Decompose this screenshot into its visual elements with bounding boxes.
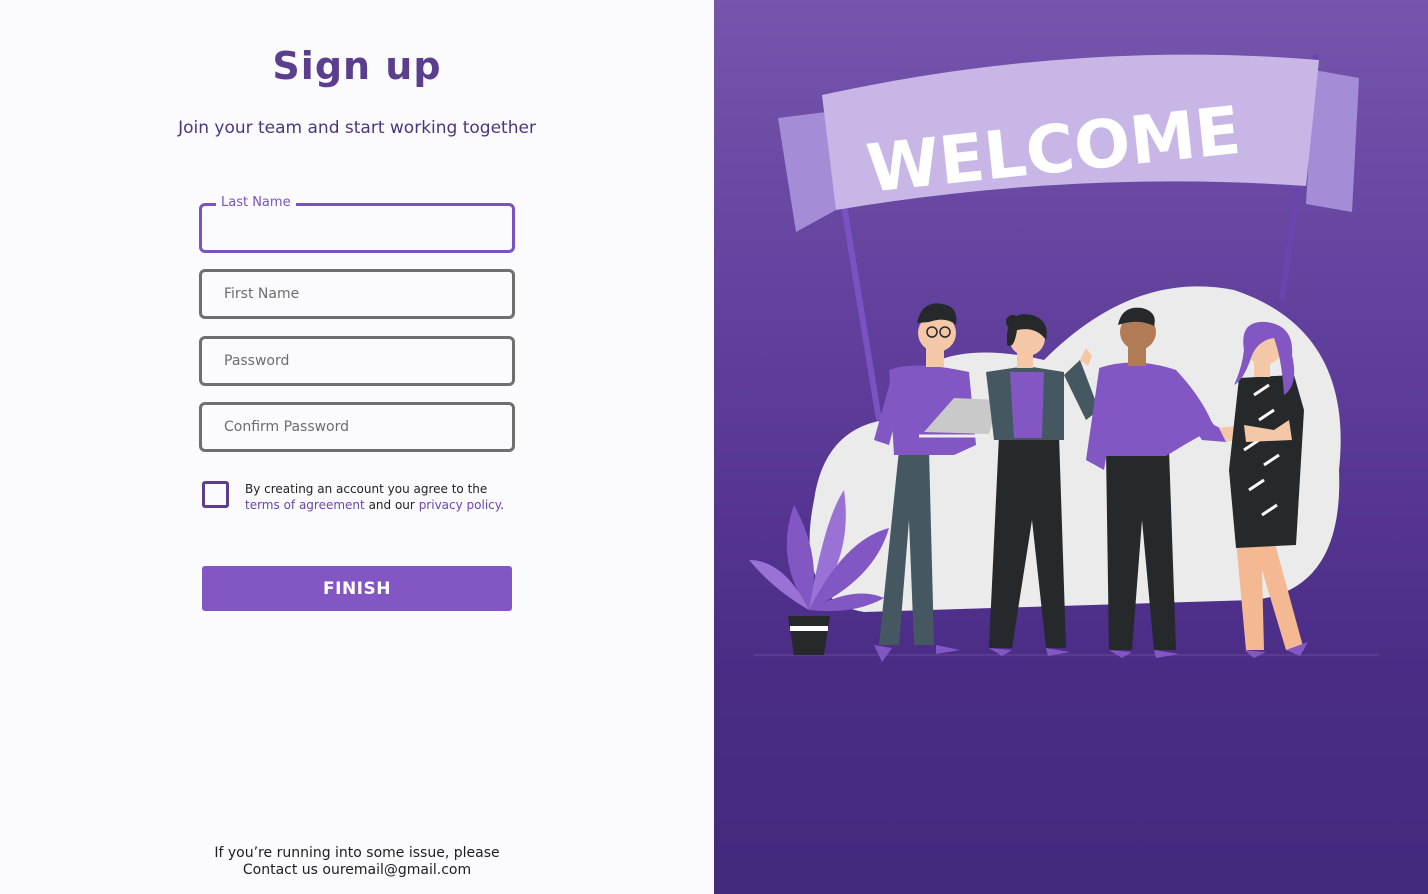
- confirm-password-field[interactable]: [199, 402, 515, 452]
- signup-panel: Sign up Join your team and start working…: [0, 0, 714, 894]
- welcome-team-illustration: WELCOME: [749, 54, 1379, 662]
- password-input[interactable]: [202, 339, 512, 383]
- agree-checkbox[interactable]: [202, 481, 229, 508]
- terms-link[interactable]: terms of agreement: [245, 498, 365, 512]
- help-text: If you’re running into some issue, pleas…: [0, 845, 714, 879]
- agreement-suffix: .: [500, 498, 504, 512]
- password-field[interactable]: [199, 336, 515, 386]
- first-name-input[interactable]: [202, 272, 512, 316]
- agreement-prefix: By creating an account you agree to the: [245, 482, 488, 496]
- confirm-password-input[interactable]: [202, 405, 512, 449]
- first-name-field[interactable]: [199, 269, 515, 319]
- finish-button[interactable]: FINISH: [202, 566, 512, 611]
- last-name-label: Last Name: [216, 195, 296, 211]
- last-name-field[interactable]: Last Name: [199, 195, 515, 253]
- help-line-1: If you’re running into some issue, pleas…: [214, 845, 500, 861]
- last-name-input[interactable]: [202, 206, 512, 250]
- privacy-link[interactable]: privacy policy: [419, 498, 500, 512]
- welcome-illustration-panel: WELCOME: [714, 0, 1428, 894]
- agreement-text: By creating an account you agree to the …: [245, 481, 545, 513]
- page-subtitle: Join your team and start working togethe…: [178, 118, 536, 138]
- help-contact-line: Contact us ouremail@gmail.com: [242, 862, 472, 878]
- agreement-middle: and our: [368, 498, 415, 512]
- page-title: Sign up: [272, 44, 442, 88]
